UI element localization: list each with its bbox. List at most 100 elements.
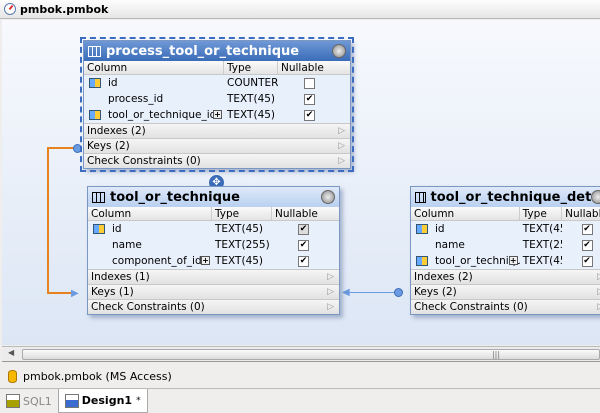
column-type: TEXT(45)	[215, 255, 264, 267]
primary-key-icon	[416, 256, 428, 266]
table-name: process_tool_or_technique	[106, 43, 300, 59]
column-name: tool_or_technique_id	[435, 255, 520, 267]
column-row[interactable]: tool_or_technique_id+ TEXT(45) ✔	[84, 107, 350, 123]
column-row[interactable]: component_of_id + TEXT(45) ✔	[88, 253, 339, 269]
column-type: TEXT(45)	[227, 93, 276, 105]
table-tool-or-technique-detail[interactable]: tool_or_technique_detail Column Type Nullab…	[410, 186, 600, 315]
column-type: TEXT(45)	[215, 223, 264, 235]
column-row[interactable]: name TEXT(255) ✔	[88, 237, 339, 253]
column-name: name	[435, 239, 465, 251]
relation-line	[47, 292, 73, 294]
nullable-checkbox[interactable]: ✔	[298, 255, 309, 267]
collapse-icon[interactable]	[332, 44, 346, 58]
column-name: component_of_id	[112, 255, 202, 267]
window-title-bar: pmbok.pmbok	[0, 0, 600, 19]
table-header[interactable]: process_tool_or_technique	[84, 41, 350, 61]
table-tool-or-technique[interactable]: tool_or_technique Column Type Nullable id TEX…	[87, 186, 340, 315]
column-header-column: Column	[84, 61, 224, 74]
column-header-row: ColumnTypeNullable	[411, 207, 600, 221]
window-title: pmbok.pmbok	[20, 2, 109, 16]
table-section[interactable]: Keys (1)	[88, 284, 339, 300]
column-name: id	[112, 223, 122, 235]
table-header[interactable]: tool_or_technique_detail	[411, 187, 600, 207]
table-grid-icon	[415, 191, 426, 203]
table-section[interactable]: Keys (2)	[411, 284, 600, 300]
column-type: TEXT(45)	[227, 109, 276, 121]
nullable-checkbox[interactable]: ✔	[581, 255, 593, 267]
horizontal-scrollbar[interactable]: ◀ |||	[2, 346, 600, 362]
nullable-checkbox[interactable]: ✔	[304, 109, 315, 121]
nullable-checkbox[interactable]	[304, 77, 315, 89]
relation-endpoint[interactable]	[394, 288, 403, 297]
editor-tabs: SQL1 Design1 *	[0, 388, 600, 413]
tab-design1[interactable]: Design1 *	[57, 389, 148, 413]
column-header-nullable: Nullable	[565, 208, 600, 220]
table-header[interactable]: tool_or_technique	[88, 187, 339, 207]
table-name: tool_or_technique_detail	[430, 189, 600, 205]
sql-file-icon	[6, 394, 20, 408]
column-name: tool_or_technique_id	[108, 109, 217, 121]
column-row[interactable]: process_id TEXT(45) ✔	[84, 91, 350, 107]
column-header-row: ColumnTypeNullable	[84, 61, 350, 75]
column-type: TEXT(45)	[522, 223, 562, 235]
table-section[interactable]: Keys (2)	[84, 138, 350, 154]
table-section[interactable]: Check Constraints (0)	[411, 299, 600, 315]
primary-key-icon	[89, 110, 101, 120]
column-header-nullable: Nullable	[281, 62, 324, 74]
table-grid-icon	[88, 45, 101, 57]
foreign-key-icon: +	[201, 256, 210, 265]
column-header-column: Column	[88, 207, 212, 220]
table-section[interactable]: Check Constraints (0)	[84, 153, 350, 169]
table-process-tool-or-technique[interactable]: process_tool_or_technique Column Type Nulla…	[80, 37, 354, 172]
table-section[interactable]: Check Constraints (0)	[88, 299, 339, 315]
table-section[interactable]: Indexes (2)	[411, 269, 600, 285]
column-header-row: ColumnTypeNullable	[88, 207, 339, 221]
column-name: id	[435, 223, 445, 235]
modified-marker: *	[136, 395, 141, 406]
column-name: name	[112, 239, 142, 251]
column-header-type: Type	[212, 207, 272, 220]
relation-line	[47, 147, 49, 293]
table-name: tool_or_technique	[110, 189, 240, 205]
connection-label: pmbok.pmbok (MS Access)	[23, 369, 172, 383]
scroll-left-icon[interactable]: ◀	[8, 348, 14, 357]
tab-sql1[interactable]: SQL1	[0, 389, 58, 413]
column-name: id	[108, 77, 118, 89]
primary-key-icon	[93, 224, 105, 234]
column-row[interactable]: id TEXT(45) ✔	[411, 221, 600, 237]
relation-endpoint[interactable]	[73, 144, 82, 153]
column-header-type: Type	[520, 207, 563, 220]
nullable-checkbox[interactable]: ✔	[581, 239, 593, 251]
compass-icon	[4, 3, 16, 15]
nullable-checkbox[interactable]: ✔	[581, 223, 593, 235]
nullable-checkbox[interactable]: ✔	[304, 93, 315, 105]
foreign-key-icon: +	[508, 256, 518, 265]
column-row[interactable]: id TEXT(45) ✔	[88, 221, 339, 237]
column-type: TEXT(255)	[522, 239, 562, 251]
table-section[interactable]: Indexes (2)	[84, 123, 350, 139]
collapse-icon[interactable]	[591, 190, 600, 204]
database-icon	[8, 369, 17, 383]
primary-key-icon	[416, 224, 428, 234]
column-row[interactable]: id COUNTER	[84, 75, 350, 91]
table-grid-icon	[92, 191, 105, 203]
column-row[interactable]: name TEXT(255) ✔	[411, 237, 600, 253]
primary-key-icon	[89, 78, 101, 88]
table-section[interactable]: Indexes (1)	[88, 269, 339, 285]
design-file-icon	[64, 393, 79, 408]
column-type: COUNTER	[227, 77, 278, 89]
column-type: TEXT(45)	[522, 255, 562, 267]
collapse-icon[interactable]	[321, 190, 335, 204]
nullable-checkbox[interactable]: ✔	[298, 223, 309, 235]
status-bar: pmbok.pmbok (MS Access)	[0, 366, 600, 386]
foreign-key-icon: +	[213, 110, 222, 119]
relation-line	[349, 292, 397, 293]
column-row[interactable]: tool_or_technique_id+ TEXT(45) ✔	[411, 253, 600, 269]
scrollbar-thumb[interactable]: |||	[22, 349, 600, 360]
nullable-checkbox[interactable]: ✔	[298, 239, 309, 251]
arrow-icon: ▶	[71, 288, 79, 299]
tab-label: Design1	[81, 394, 133, 407]
design-canvas[interactable]: ▶ ◀ ✥ process_tool_or_technique Column Typ…	[2, 20, 600, 345]
column-header-column: Column	[411, 207, 520, 220]
arrow-icon: ◀	[342, 287, 350, 298]
